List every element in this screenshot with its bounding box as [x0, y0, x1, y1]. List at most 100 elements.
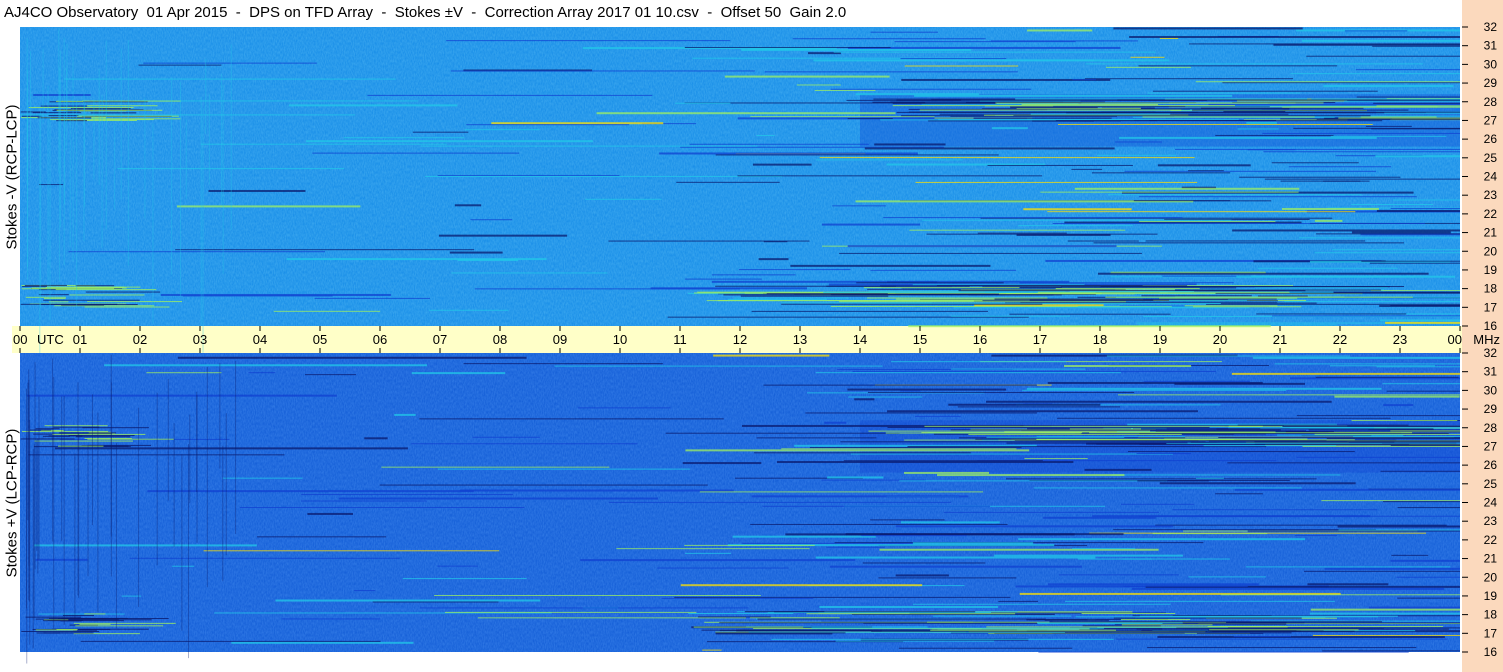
band-streak [1164, 438, 1308, 440]
band-streak [48, 301, 69, 303]
interference-streak [1128, 451, 1355, 453]
interference-streak [1271, 315, 1460, 317]
burst-streak [105, 40, 107, 230]
interference-streak [257, 536, 387, 538]
interference-streak [1376, 209, 1460, 212]
interference-streak [898, 647, 1073, 649]
interference-streak [301, 500, 427, 502]
band-streak [1132, 428, 1261, 430]
interference-streak [1293, 127, 1460, 129]
interference-streak [444, 611, 697, 613]
interference-streak [1067, 240, 1139, 242]
interference-streak [1047, 583, 1259, 586]
band-streak [31, 287, 127, 289]
band-streak [1149, 119, 1277, 121]
time-tick-label: 23 [1393, 332, 1407, 347]
burst-streak [230, 44, 232, 230]
interference-streak [1084, 468, 1152, 471]
band-streak [1353, 436, 1460, 438]
freq-tick-label: 20 [1484, 570, 1498, 584]
burst-streak [156, 392, 158, 566]
interference-streak [248, 372, 276, 374]
band-streak [1176, 627, 1384, 629]
interference-streak [449, 251, 503, 254]
interference-streak [1236, 275, 1456, 278]
interference-streak [951, 368, 1086, 370]
interference-streak [1175, 148, 1460, 150]
interference-streak [987, 164, 1133, 166]
interference-streak [1234, 488, 1460, 491]
burst-streak [93, 99, 95, 180]
band-streak [1175, 289, 1382, 291]
burst-streak [189, 414, 191, 504]
interference-streak [1375, 155, 1460, 158]
burst-streak [37, 438, 39, 574]
interference-streak [1157, 164, 1251, 167]
interference-streak [1033, 487, 1302, 489]
interference-streak [856, 282, 1004, 284]
interference-streak [419, 418, 724, 420]
band-streak [933, 615, 1072, 617]
band-streak [740, 295, 889, 297]
burst-streak [235, 361, 237, 534]
interference-streak [1133, 200, 1231, 202]
burst-streak [138, 407, 140, 607]
band-streak [1169, 299, 1247, 301]
interference-streak [1262, 132, 1460, 134]
interference-streak [674, 596, 1011, 598]
interference-streak [815, 556, 1096, 559]
burst-streak [205, 58, 207, 134]
top-spectrogram-panel [20, 27, 1460, 356]
interference-streak [835, 640, 995, 642]
mhz-label: MHz [1473, 332, 1500, 347]
band-streak [55, 289, 157, 291]
time-tick-label: 14 [853, 332, 867, 347]
time-tick-label: 07 [433, 332, 447, 347]
band-streak [1081, 613, 1176, 615]
interference-streak [1370, 290, 1460, 292]
band-streak [715, 632, 846, 634]
freq-tick-label: 22 [1484, 207, 1498, 221]
interference-streak [1188, 576, 1266, 578]
band-streak [811, 627, 1105, 629]
band-streak [907, 446, 1267, 448]
interference-streak [364, 437, 388, 440]
interference-streak [685, 552, 731, 554]
interference-streak [1274, 363, 1460, 365]
interference-streak [172, 565, 195, 567]
burst-streak [59, 66, 61, 282]
burst-streak [26, 38, 28, 184]
band-streak [58, 618, 106, 620]
time-tick-label: 05 [313, 332, 327, 347]
time-tick-label: 17 [1033, 332, 1047, 347]
band-streak [757, 618, 1046, 620]
interference-streak [883, 217, 1183, 219]
interference-streak [1237, 128, 1279, 130]
interference-streak [1351, 204, 1433, 206]
band-streak [839, 301, 1126, 303]
interference-streak [904, 471, 990, 474]
burst-streak [200, 96, 202, 326]
interference-streak [1231, 372, 1460, 375]
freq-tick-label: 28 [1484, 95, 1498, 109]
interference-streak [805, 412, 1037, 414]
interference-streak [1072, 548, 1136, 550]
interference-streak [1195, 477, 1224, 479]
interference-streak [850, 453, 1173, 455]
interference-streak [684, 278, 762, 280]
interference-streak [926, 233, 1158, 235]
interference-streak [1307, 583, 1389, 586]
interference-streak [470, 219, 513, 221]
interference-streak [1113, 529, 1376, 531]
freq-tick-label: 26 [1484, 458, 1498, 472]
burst-streak [26, 436, 28, 664]
interference-streak [685, 449, 1030, 452]
band-streak [56, 629, 78, 631]
interference-streak [1155, 524, 1447, 526]
interference-streak [275, 599, 541, 602]
interference-streak [943, 511, 1159, 513]
band-streak [892, 102, 997, 104]
interference-streak [1397, 597, 1460, 599]
interference-streak [1232, 229, 1460, 232]
interference-streak [1296, 456, 1460, 458]
